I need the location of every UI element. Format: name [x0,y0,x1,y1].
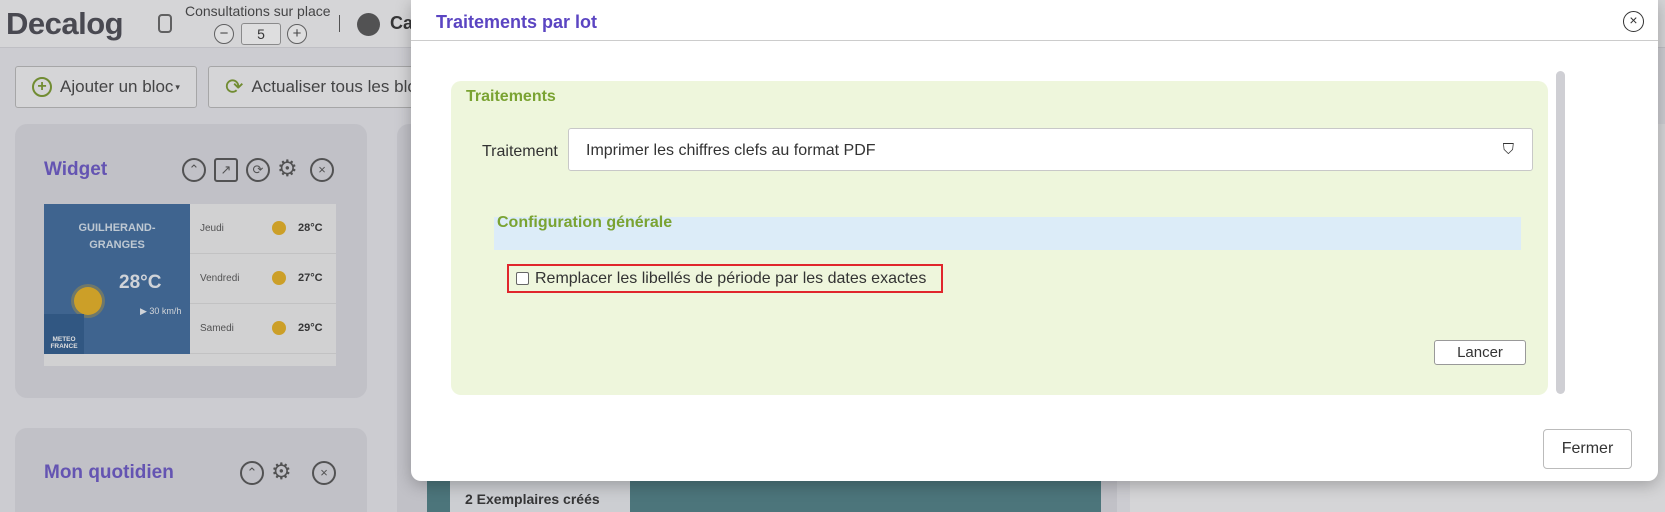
close-icon[interactable]: × [1623,11,1644,32]
treatment-select-value: Imprimer les chiffres clefs au format PD… [586,142,876,159]
scrollbar[interactable] [1556,71,1565,394]
dialog-title: Traitements par lot [436,12,598,32]
shield-icon: ⛉ [1502,141,1514,158]
treatment-label: Traitement [482,143,558,160]
batch-processing-dialog: Traitements par lot × Traitements Traite… [411,0,1658,481]
launch-button[interactable]: Lancer [1434,340,1526,365]
replace-period-labels-option[interactable]: Remplacer les libellés de période par le… [507,264,943,293]
section-title: Traitements [466,88,556,105]
treatments-panel: Traitements Traitement Imprimer les chif… [451,81,1548,395]
config-title: Configuration générale [497,214,673,231]
close-button[interactable]: Fermer [1543,429,1632,469]
treatment-select[interactable]: Imprimer les chiffres clefs au format PD… [568,128,1533,171]
replace-period-labels-checkbox[interactable] [516,272,529,285]
checkbox-label[interactable]: Remplacer les libellés de période par le… [535,270,926,288]
dialog-header: Traitements par lot × [411,0,1658,41]
